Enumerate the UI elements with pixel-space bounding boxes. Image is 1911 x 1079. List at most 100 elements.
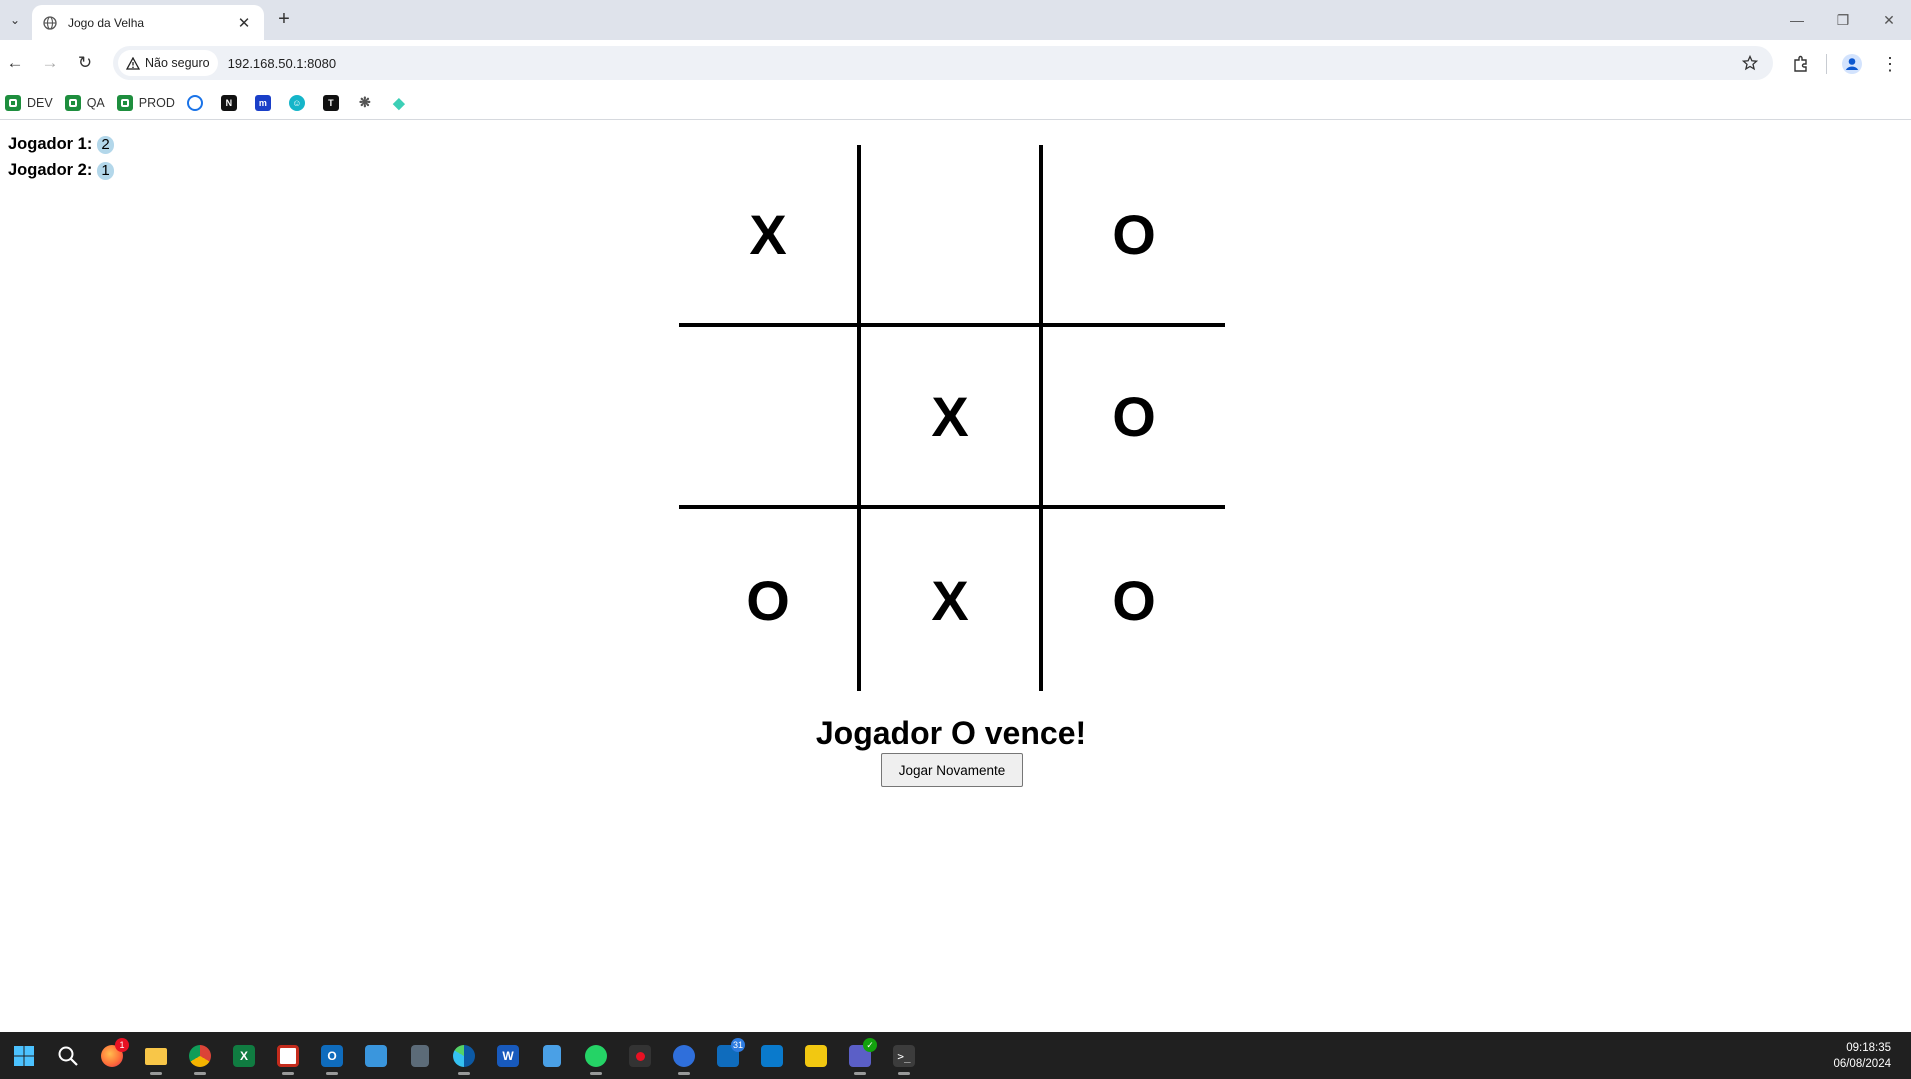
back-arrow-icon[interactable]: ← [0, 48, 30, 78]
board-cell-4[interactable] [679, 327, 861, 509]
bookmark-t[interactable]: T [322, 91, 351, 115]
score-player-2: Jogador 2: 1 [8, 161, 114, 180]
play-again-button[interactable]: Jogar Novamente [881, 753, 1023, 787]
reload-icon[interactable]: ↻ [70, 48, 100, 78]
window-close-icon[interactable]: ✕ [1867, 0, 1911, 40]
profile-avatar-icon[interactable] [1837, 49, 1867, 79]
board-cell-6[interactable]: O [1043, 327, 1225, 509]
board-cell-8[interactable]: X [861, 509, 1043, 691]
result-message: Jogador O vence! [815, 715, 1087, 751]
toolbar-divider [1826, 54, 1827, 74]
close-tab-icon[interactable]: ✕ [234, 14, 254, 32]
swirl-icon [186, 94, 203, 111]
m-icon: m [254, 94, 271, 111]
page-content: Jogador 1: 2 Jogador 2: 1 X O X O O X O … [0, 121, 1911, 1032]
score-player-1: Jogador 1: 2 [8, 135, 114, 154]
chrome-icon[interactable] [184, 1040, 216, 1075]
vscode-icon[interactable] [756, 1040, 788, 1072]
vpn-icon[interactable] [668, 1040, 700, 1075]
minimize-icon[interactable]: — [1775, 0, 1819, 40]
firefox-badge: 1 [115, 1038, 129, 1052]
search-icon[interactable] [52, 1040, 84, 1072]
whatsapp-icon[interactable] [580, 1040, 612, 1075]
bookmark-swirl[interactable] [186, 91, 215, 115]
green-square-icon [116, 94, 133, 111]
new-tab-plus-icon[interactable]: + [272, 8, 296, 32]
excel-icon[interactable]: X [228, 1040, 260, 1072]
calculator-icon[interactable] [404, 1040, 436, 1072]
remote-desktop-icon[interactable] [360, 1040, 392, 1072]
score-value: 2 [97, 135, 114, 154]
bookmark-openai[interactable]: ❋ [356, 91, 385, 115]
outlook-icon[interactable]: O [316, 1040, 348, 1075]
running-indicator [326, 1072, 338, 1075]
notepad-icon[interactable] [536, 1040, 568, 1072]
tic-tac-toe-board: X O X O O X O [679, 145, 1225, 691]
face-icon: ☺ [288, 94, 305, 111]
teams-icon[interactable]: ✓ [844, 1038, 877, 1075]
url-text[interactable]: 192.168.50.1:8080 [228, 56, 336, 71]
browser-tabstrip: ⌄ Jogo da Velha ✕ + — ❐ ✕ [0, 0, 1911, 40]
tab-title: Jogo da Velha [68, 15, 145, 30]
tab-search-chevron-icon[interactable]: ⌄ [4, 8, 26, 32]
warning-triangle-icon [126, 56, 140, 70]
security-chip[interactable]: Não seguro [118, 50, 218, 76]
nm-icon: N [220, 94, 237, 111]
bookmark-face[interactable]: ☺ [288, 91, 317, 115]
board-cell-5[interactable]: X [861, 327, 1043, 509]
snipping-tool-icon[interactable] [272, 1040, 304, 1075]
edge-icon[interactable] [448, 1040, 480, 1075]
t-icon: T [322, 94, 339, 111]
bookmark-prod[interactable]: PROD [116, 91, 181, 115]
taskbar: 1 X O W 31 ✓ >_ 09:18:35 06/08/2024 [0, 1032, 1911, 1079]
bookmark-qa[interactable]: QA [64, 91, 111, 115]
terminal-icon[interactable]: >_ [888, 1040, 920, 1075]
bookmark-label: PROD [138, 95, 175, 110]
file-explorer-icon[interactable] [140, 1040, 172, 1075]
bookmark-nm[interactable]: N [220, 91, 249, 115]
running-indicator [590, 1072, 602, 1075]
extensions-puzzle-icon[interactable] [1786, 49, 1816, 79]
running-indicator [678, 1072, 690, 1075]
browser-tab[interactable]: Jogo da Velha ✕ [32, 5, 264, 40]
screen-recorder-icon[interactable] [624, 1040, 656, 1072]
running-indicator [150, 1072, 162, 1075]
outlook-calendar-icon[interactable]: 31 [712, 1038, 745, 1072]
windows-start-icon[interactable] [8, 1040, 40, 1072]
system-clock[interactable]: 09:18:35 06/08/2024 [1833, 1040, 1891, 1072]
running-indicator [194, 1072, 206, 1075]
outlook-calendar-badge: 31 [730, 1038, 745, 1052]
board-cell-3[interactable]: O [1043, 145, 1225, 327]
running-indicator [854, 1072, 866, 1075]
running-indicator [282, 1072, 294, 1075]
security-label: Não seguro [145, 56, 210, 70]
board-cell-2[interactable] [861, 145, 1043, 327]
running-indicator [898, 1072, 910, 1075]
clock-date: 06/08/2024 [1833, 1058, 1891, 1070]
green-square-icon [64, 94, 81, 111]
bookmark-star-icon[interactable] [1739, 52, 1761, 74]
bookmark-label: DEV [27, 95, 53, 110]
diamond-icon: ◆ [390, 94, 407, 112]
bookmark-m[interactable]: m [254, 91, 283, 115]
globe-icon [42, 15, 58, 31]
teams-status-check-icon: ✓ [863, 1038, 877, 1052]
running-indicator [458, 1072, 470, 1075]
bookmark-dev[interactable]: DEV [5, 91, 59, 115]
menu-kebab-icon[interactable]: ⋮ [1875, 49, 1905, 79]
word-icon[interactable]: W [492, 1040, 524, 1072]
board-cell-1[interactable]: X [679, 145, 861, 327]
openai-icon: ❋ [356, 94, 373, 111]
bookmark-diamond[interactable]: ◆ [390, 91, 419, 115]
bookmarks-bar: DEV QA PROD N m ☺ T ❋ ◆ [0, 86, 1911, 120]
score-label: Jogador 1: [8, 135, 93, 153]
address-bar[interactable]: Não seguro 192.168.50.1:8080 [113, 46, 1773, 80]
forward-arrow-icon[interactable]: → [35, 48, 65, 78]
board-cell-9[interactable]: O [1043, 509, 1225, 691]
browser-toolbar: ← → ↻ Não seguro 192.168.50.1:8080 ⋮ [0, 40, 1911, 86]
sourcetree-icon[interactable] [800, 1040, 832, 1072]
restore-icon[interactable]: ❐ [1821, 0, 1865, 40]
bookmark-label: QA [86, 95, 105, 110]
firefox-icon[interactable]: 1 [96, 1038, 129, 1072]
board-cell-7[interactable]: O [679, 509, 861, 691]
